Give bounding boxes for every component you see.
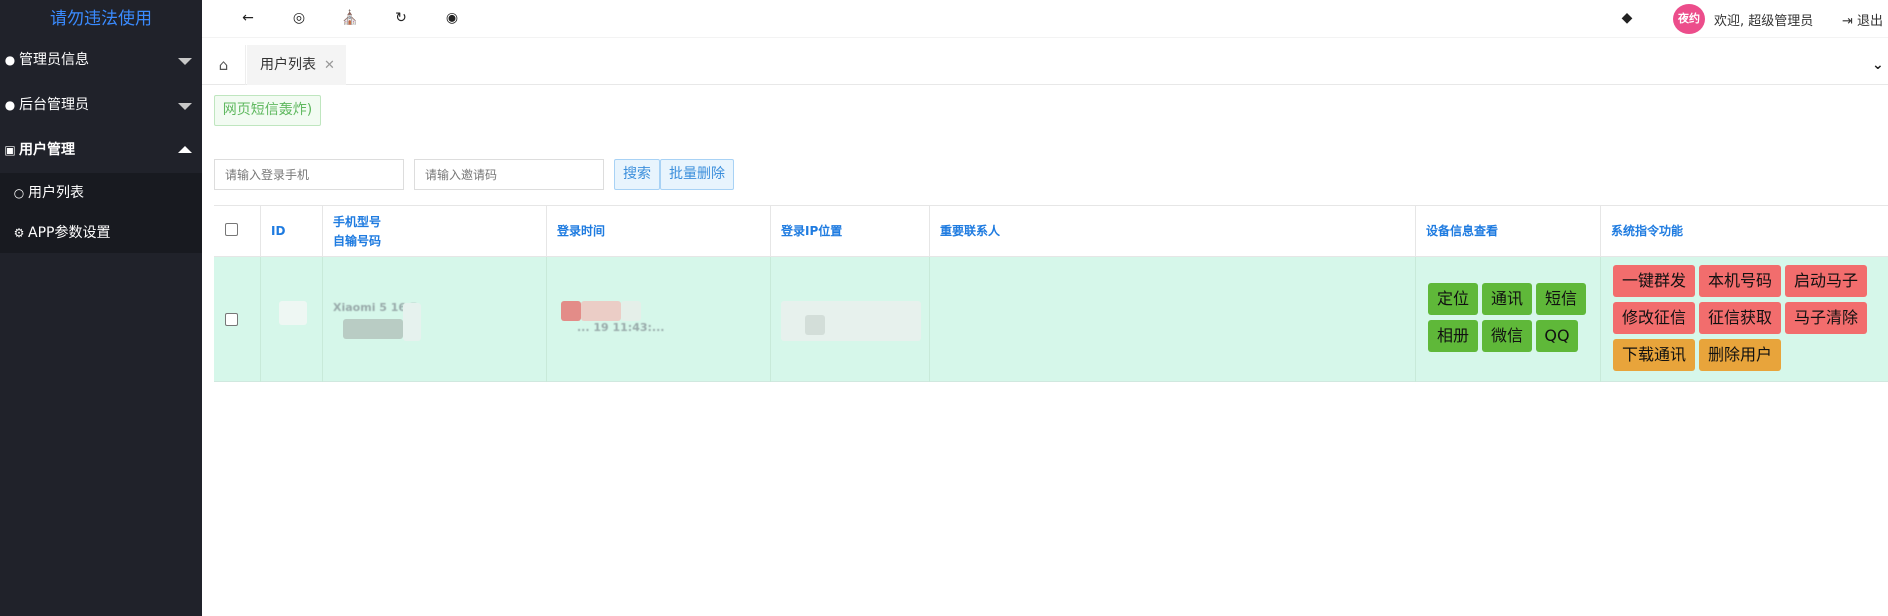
id-card-icon: ▣ bbox=[4, 143, 16, 157]
wechat-button[interactable]: 微信 bbox=[1482, 320, 1532, 352]
welcome-text[interactable]: 欢迎, 超级管理员 bbox=[1714, 10, 1813, 29]
globe-icon[interactable]: ◉ bbox=[442, 8, 462, 28]
header-login-time: 登录时间 bbox=[546, 206, 770, 257]
top-header: ← ◎ ⛪ ↻ ◉ ◆ 夜约 欢迎, 超级管理员 ⇥ 退出 bbox=[202, 0, 1888, 38]
redacted-number bbox=[343, 319, 403, 339]
tab-label: 用户列表 bbox=[260, 57, 316, 73]
logout-icon: ⇥ bbox=[1842, 14, 1858, 29]
chevron-up-icon bbox=[178, 146, 192, 153]
modify-credit-button[interactable]: 修改征信 bbox=[1613, 302, 1695, 334]
sidebar-subitem-label: APP参数设置 bbox=[28, 225, 111, 241]
user-icon: ● bbox=[4, 53, 16, 67]
chevron-down-icon bbox=[178, 103, 192, 110]
sidebar-item-label: 后台管理员 bbox=[19, 97, 89, 113]
row-device-info-cell: 定位 通讯 短信 相册 微信 QQ bbox=[1415, 257, 1600, 382]
select-all-checkbox[interactable] bbox=[225, 223, 238, 236]
batch-delete-button[interactable]: 批量删除 bbox=[660, 159, 734, 190]
home-tab[interactable]: ⌂ bbox=[202, 45, 246, 85]
row-system-cmds-cell: 一键群发 本机号码 启动马子 修改征信 征信获取 马子清除 下载通讯 删除用户 bbox=[1600, 257, 1888, 382]
brand-title: 请勿违法使用 bbox=[50, 9, 152, 29]
submenu: ○ 用户列表 ⚙ APP参数设置 bbox=[0, 173, 202, 253]
gear-icon: ⚙ bbox=[13, 226, 25, 240]
sidebar-item-backend-admin[interactable]: ● 后台管理员 bbox=[0, 83, 202, 128]
row-phone-model-cell: Xiaomi 5 16 5 bbox=[322, 257, 546, 382]
clear-trojan-button[interactable]: 马子清除 bbox=[1785, 302, 1867, 334]
arrow-left-icon[interactable]: ← bbox=[238, 8, 258, 28]
avatar[interactable]: 夜约 bbox=[1673, 4, 1705, 34]
album-button[interactable]: 相册 bbox=[1428, 320, 1478, 352]
row-login-time-cell: ... 19 11:43:... bbox=[546, 257, 770, 382]
row-checkbox[interactable] bbox=[225, 313, 238, 326]
redacted-ip bbox=[781, 301, 921, 341]
phone-search-input[interactable] bbox=[214, 159, 404, 190]
header-id: ID bbox=[260, 206, 322, 257]
notice-button[interactable]: 网页短信轰炸) bbox=[214, 95, 321, 126]
redacted-block bbox=[561, 301, 581, 321]
user-outline-icon: ○ bbox=[13, 186, 25, 200]
locate-button[interactable]: 定位 bbox=[1428, 283, 1478, 315]
sidebar-item-admin-info[interactable]: ● 管理员信息 bbox=[0, 38, 202, 83]
start-trojan-button[interactable]: 启动马子 bbox=[1785, 265, 1867, 297]
row-contacts-cell bbox=[929, 257, 1415, 382]
logout-link[interactable]: ⇥ 退出 bbox=[1842, 10, 1883, 29]
lifebuoy-icon[interactable]: ◎ bbox=[289, 8, 309, 28]
own-number-button[interactable]: 本机号码 bbox=[1699, 265, 1781, 297]
chevron-down-icon[interactable]: ⌄ bbox=[1872, 57, 1884, 73]
fetch-credit-button[interactable]: 征信获取 bbox=[1699, 302, 1781, 334]
home-icon: ⌂ bbox=[218, 56, 229, 74]
sidebar-item-label: 用户管理 bbox=[19, 142, 75, 158]
tag-icon[interactable]: ◆ bbox=[1617, 8, 1637, 28]
redacted-block bbox=[805, 315, 825, 335]
row-select-cell bbox=[214, 257, 260, 382]
header-phone-model-label: 手机型号 bbox=[333, 215, 382, 229]
table-header: ID 手机型号 自输号码 登录时间 登录IP位置 重要联系人 设备信息查看 系统… bbox=[214, 205, 1888, 257]
bank-icon[interactable]: ⛪ bbox=[340, 8, 360, 28]
sidebar-item-user-management[interactable]: ▣ 用户管理 bbox=[0, 128, 202, 173]
redacted-block bbox=[403, 303, 421, 341]
mass-send-button[interactable]: 一键群发 bbox=[1613, 265, 1695, 297]
header-login-ip: 登录IP位置 bbox=[770, 206, 929, 257]
row-login-ip-cell bbox=[770, 257, 929, 382]
header-phone-model: 手机型号 自输号码 bbox=[322, 206, 546, 257]
sidebar-subitem-app-settings[interactable]: ⚙ APP参数设置 bbox=[0, 213, 202, 253]
search-button[interactable]: 搜索 bbox=[614, 159, 660, 190]
sms-button[interactable]: 短信 bbox=[1536, 283, 1586, 315]
invite-code-input[interactable] bbox=[414, 159, 604, 190]
logout-label: 退出 bbox=[1857, 14, 1884, 29]
row-id-cell bbox=[260, 257, 322, 382]
delete-user-button[interactable]: 删除用户 bbox=[1699, 339, 1781, 371]
close-icon[interactable]: ✕ bbox=[324, 58, 335, 73]
contacts-button[interactable]: 通讯 bbox=[1482, 283, 1532, 315]
header-contacts: 重要联系人 bbox=[929, 206, 1415, 257]
sidebar-subitem-user-list[interactable]: ○ 用户列表 bbox=[0, 173, 202, 213]
user-table: ID 手机型号 自输号码 登录时间 登录IP位置 重要联系人 设备信息查看 系统… bbox=[214, 205, 1888, 382]
header-select-cell bbox=[214, 206, 260, 257]
refresh-icon[interactable]: ↻ bbox=[391, 8, 411, 28]
sidebar-item-label: 管理员信息 bbox=[19, 52, 89, 68]
sidebar: 请勿违法使用 ● 管理员信息 ● 后台管理员 ▣ 用户管理 ○ 用户列表 ⚙ APP参数设… bbox=[0, 0, 202, 616]
user-icon: ● bbox=[4, 98, 16, 112]
tab-user-list[interactable]: 用户列表 ✕ bbox=[247, 45, 346, 85]
login-time-text: ... 19 11:43:... bbox=[577, 321, 665, 334]
header-system-cmds: 系统指令功能 bbox=[1600, 206, 1888, 257]
tab-bar: ⌂ 用户列表 ✕ ⌄ bbox=[202, 45, 1888, 85]
qq-button[interactable]: QQ bbox=[1536, 320, 1578, 352]
table-row: Xiaomi 5 16 5 ... 19 11:43:... 定位 通讯 短信 … bbox=[214, 257, 1888, 382]
header-own-number-label: 自输号码 bbox=[333, 234, 382, 248]
download-contacts-button[interactable]: 下载通讯 bbox=[1613, 339, 1695, 371]
header-device-info: 设备信息查看 bbox=[1415, 206, 1600, 257]
redacted-id bbox=[279, 301, 307, 325]
sidebar-subitem-label: 用户列表 bbox=[28, 185, 84, 201]
redacted-block bbox=[581, 301, 621, 321]
redacted-block bbox=[621, 301, 641, 321]
chevron-down-icon bbox=[178, 58, 192, 65]
